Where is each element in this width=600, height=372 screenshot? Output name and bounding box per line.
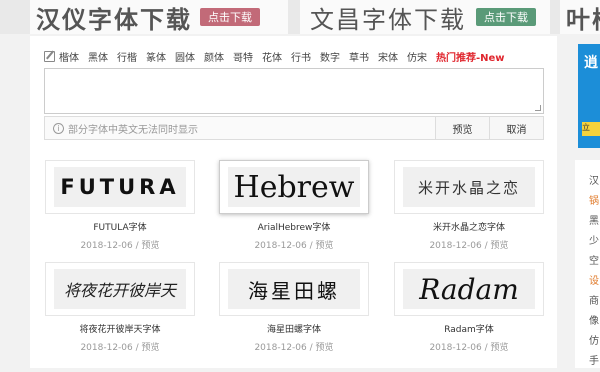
banner-wenchang[interactable]: 文昌字体下载 点击下载 xyxy=(300,0,550,34)
ad-title: 逍 xyxy=(584,55,598,71)
font-meta: 2018-12-06 / 预览 xyxy=(45,238,195,251)
banner-title: 叶楷 xyxy=(566,4,600,34)
font-thumbnail[interactable]: Hebrew xyxy=(219,160,369,214)
sidebar-item[interactable]: 商 xyxy=(575,292,600,312)
category-heiti[interactable]: 黑体 xyxy=(88,49,108,64)
sidebar-ad-image[interactable]: 逍 立 xyxy=(578,44,600,148)
info-icon: i xyxy=(53,122,64,134)
font-preview-link[interactable]: 预览 xyxy=(491,343,509,353)
font-meta: 2018-12-06 / 预览 xyxy=(394,340,544,353)
preview-text-input[interactable] xyxy=(44,68,544,114)
meta-separator: / xyxy=(309,241,313,251)
sidebar-item[interactable]: 空 xyxy=(575,252,600,272)
font-card-arialhebrew[interactable]: Hebrew ArialHebrew字体 2018-12-06 / 预览 xyxy=(219,160,369,251)
font-meta: 2018-12-06 / 预览 xyxy=(394,238,544,251)
font-card-mikai[interactable]: 米开水晶之恋 米开水晶之恋字体 2018-12-06 / 预览 xyxy=(394,160,544,251)
category-yanti[interactable]: 颜体 xyxy=(204,49,224,64)
sidebar-item[interactable]: 设 xyxy=(575,272,600,292)
category-xingshu[interactable]: 行书 xyxy=(291,49,311,64)
font-date: 2018-12-06 xyxy=(80,241,133,251)
font-date: 2018-12-06 xyxy=(254,343,307,353)
font-card-radam[interactable]: Radam Radam字体 2018-12-06 / 预览 xyxy=(394,262,544,353)
banner-download-button[interactable]: 点击下载 xyxy=(200,8,260,26)
category-xingkai[interactable]: 行楷 xyxy=(117,49,137,64)
category-shuzi[interactable]: 数字 xyxy=(320,49,340,64)
banner-download-button[interactable]: 点击下载 xyxy=(476,8,536,26)
font-thumbnail[interactable]: 将夜花开彼岸天 xyxy=(45,262,195,316)
meta-separator: / xyxy=(135,241,139,251)
category-songti[interactable]: 宋体 xyxy=(378,49,398,64)
font-name[interactable]: 米开水晶之恋字体 xyxy=(394,220,544,233)
preview-action-bar: i 部分字体中英文无法同时显示 预览 取消 xyxy=(44,116,544,140)
font-date: 2018-12-06 xyxy=(429,241,482,251)
font-preview-link[interactable]: 预览 xyxy=(142,241,160,251)
font-thumbnail[interactable]: FUTURA xyxy=(45,160,195,214)
font-date: 2018-12-06 xyxy=(80,343,133,353)
font-meta: 2018-12-06 / 预览 xyxy=(219,238,369,251)
font-thumbnail[interactable]: 米开水晶之恋 xyxy=(394,160,544,214)
meta-separator: / xyxy=(484,241,488,251)
font-name[interactable]: FUTULA字体 xyxy=(45,220,195,233)
category-fangsong[interactable]: 仿宋 xyxy=(407,49,427,64)
font-date: 2018-12-06 xyxy=(429,343,482,353)
font-sample: FUTURA xyxy=(60,175,180,199)
edit-icon xyxy=(44,50,55,62)
font-meta: 2018-12-06 / 预览 xyxy=(219,340,369,353)
font-card-haixing[interactable]: 海星田螺 海星田螺字体 2018-12-06 / 预览 xyxy=(219,262,369,353)
meta-separator: / xyxy=(309,343,313,353)
font-name[interactable]: ArialHebrew字体 xyxy=(219,220,369,233)
banner-title: 汉仪字体下载 xyxy=(36,4,192,34)
cancel-button[interactable]: 取消 xyxy=(489,117,543,139)
meta-separator: / xyxy=(135,343,139,353)
font-sample: Radam xyxy=(419,272,519,306)
hint-text: 部分字体中英文无法同时显示 xyxy=(68,124,198,136)
sidebar-item[interactable]: 仿 xyxy=(575,332,600,352)
sidebar-item[interactable]: 少 xyxy=(575,232,600,252)
ad-badge: 立 xyxy=(582,122,600,136)
font-card-futura[interactable]: FUTURA FUTULA字体 2018-12-06 / 预览 xyxy=(45,160,195,251)
font-name[interactable]: 海星田螺字体 xyxy=(219,322,369,335)
banner-title: 文昌字体下载 xyxy=(310,5,466,34)
font-sample: 米开水晶之恋 xyxy=(417,178,520,197)
category-zhuanti[interactable]: 篆体 xyxy=(146,49,166,64)
category-yuanti[interactable]: 圆体 xyxy=(175,49,195,64)
font-thumbnail[interactable]: 海星田螺 xyxy=(219,262,369,316)
font-card-jiangye[interactable]: 将夜花开彼岸天 将夜花开彼岸天字体 2018-12-06 / 预览 xyxy=(45,262,195,353)
font-sample: Hebrew xyxy=(233,169,355,205)
font-preview-link[interactable]: 预览 xyxy=(142,343,160,353)
font-preview-link[interactable]: 预览 xyxy=(316,343,334,353)
meta-separator: / xyxy=(484,343,488,353)
font-meta: 2018-12-06 / 预览 xyxy=(45,340,195,353)
category-kaiti[interactable]: 楷体 xyxy=(59,49,79,64)
category-hot-new[interactable]: 热门推荐-New xyxy=(436,49,505,64)
sidebar-item[interactable]: 汉 xyxy=(575,172,600,192)
font-category-toolbar: 楷体 黑体 行楷 篆体 圆体 颜体 哥特 花体 行书 数字 草书 宋体 仿宋 热… xyxy=(44,48,514,64)
font-preview-link[interactable]: 预览 xyxy=(316,241,334,251)
font-name[interactable]: 将夜花开彼岸天字体 xyxy=(45,322,195,335)
sidebar-item[interactable]: 黑 xyxy=(575,212,600,232)
font-sample: 将夜花开彼岸天 xyxy=(63,281,176,300)
banner-hanyi[interactable]: 汉仪字体下载 点击下载 xyxy=(30,0,288,34)
font-sample: 海星田螺 xyxy=(248,278,340,303)
sidebar-item[interactable]: 锅 xyxy=(575,192,600,212)
sidebar-item[interactable]: 像 xyxy=(575,312,600,332)
sidebar-font-list: 汉 锅 黑 少 空 设 商 像 仿 手 xyxy=(575,160,600,368)
sidebar-item[interactable]: 手 xyxy=(575,352,600,372)
font-name[interactable]: Radam字体 xyxy=(394,322,544,335)
category-huati[interactable]: 花体 xyxy=(262,49,282,64)
font-thumbnail[interactable]: Radam xyxy=(394,262,544,316)
category-gothic[interactable]: 哥特 xyxy=(233,49,253,64)
resize-grip-icon[interactable] xyxy=(535,105,541,111)
banner-yekai[interactable]: 叶楷 xyxy=(560,0,600,34)
font-date: 2018-12-06 xyxy=(254,241,307,251)
font-preview-link[interactable]: 预览 xyxy=(491,241,509,251)
category-caoshu[interactable]: 草书 xyxy=(349,49,369,64)
top-banner-strip: 汉仪字体下载 点击下载 文昌字体下载 点击下载 叶楷 xyxy=(0,0,600,34)
font-preview-panel: 楷体 黑体 行楷 篆体 圆体 颜体 哥特 花体 行书 数字 草书 宋体 仿宋 热… xyxy=(30,36,557,368)
preview-button[interactable]: 预览 xyxy=(435,117,489,139)
